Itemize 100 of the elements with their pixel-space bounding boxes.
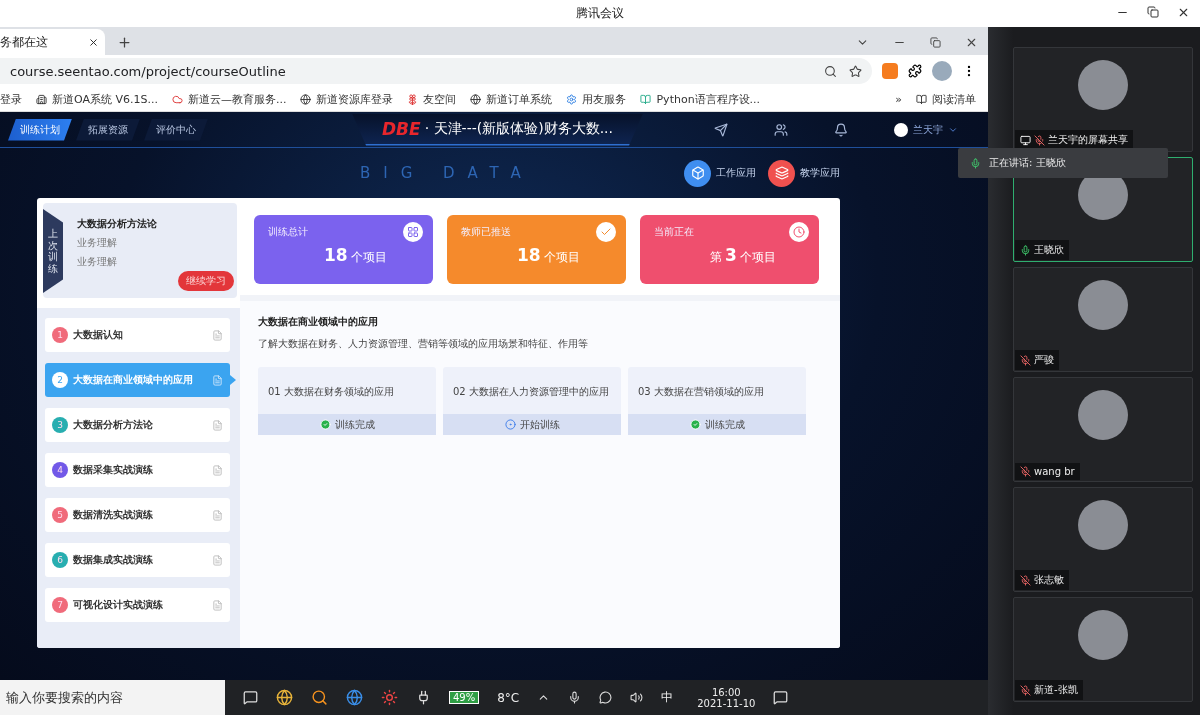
- window-title: 腾讯会议: [576, 5, 624, 22]
- browser-tab[interactable]: 务都在这: [0, 29, 105, 55]
- bookmark-link[interactable]: 新道OA系统 V6.1S...: [36, 91, 158, 107]
- bookmark-link[interactable]: 登录: [0, 91, 22, 107]
- cloud-icon: [172, 93, 183, 105]
- mic-icon: [970, 157, 981, 169]
- bookmarks-overflow[interactable]: »: [895, 92, 902, 106]
- course-title: 大数据分析方法论: [77, 217, 157, 231]
- zoom-icon[interactable]: [824, 64, 837, 78]
- muted-mic-icon: [1020, 354, 1031, 366]
- lesson-card[interactable]: 02 大数据在人力资源管理中的应用 开始训练: [443, 367, 621, 435]
- number-circle: 7: [52, 597, 68, 613]
- plug-icon: [416, 690, 431, 705]
- brand-logo: DBE: [382, 118, 421, 139]
- module-description: 了解大数据在财务、人力资源管理、营销等领域的应用场景和特征、作用等: [258, 337, 588, 351]
- name-tag: 张志敏: [1015, 570, 1069, 590]
- nav-tab[interactable]: 训练计划: [8, 118, 72, 141]
- stat-label: 当前正在: [654, 225, 694, 239]
- puzzle-icon[interactable]: [908, 64, 922, 78]
- module-title: 大数据在商业领域中的应用: [258, 315, 378, 329]
- restore-icon[interactable]: [1147, 6, 1159, 18]
- name-tag: 王晓欣: [1015, 240, 1069, 260]
- muted-mic-icon: [1020, 466, 1031, 477]
- name-tag: 新道-张凯: [1015, 680, 1083, 700]
- task-view-icon[interactable]: [243, 690, 258, 705]
- building-icon: [36, 93, 47, 105]
- taskbar-search[interactable]: 输入你要搜索的内容: [0, 680, 225, 715]
- bookmark-link[interactable]: 友空间: [407, 91, 457, 107]
- search-app-icon[interactable]: [311, 689, 328, 706]
- bookmark-link[interactable]: 新道资源库登录: [300, 91, 394, 107]
- mic-icon[interactable]: [568, 691, 582, 704]
- new-tab-icon[interactable]: [117, 35, 132, 50]
- module-item[interactable]: 3 大数据分析方法论: [45, 408, 230, 442]
- module-item[interactable]: 7 可视化设计实战演练: [45, 588, 230, 622]
- gear-icon: [566, 93, 578, 105]
- browser-icon[interactable]: [276, 689, 293, 706]
- number-circle: 3: [52, 417, 68, 433]
- globe-icon: [300, 93, 312, 105]
- bookmark-link[interactable]: 新道订单系统: [470, 91, 553, 107]
- ime-indicator[interactable]: 中: [661, 689, 674, 706]
- number-circle: 1: [52, 327, 68, 343]
- check-circle-icon: [319, 419, 331, 430]
- name-tag: wang br: [1015, 463, 1080, 480]
- send-icon[interactable]: [714, 122, 728, 137]
- restore-icon[interactable]: [930, 37, 941, 48]
- star-icon[interactable]: [849, 64, 862, 78]
- taskbar-clock[interactable]: 16:00 2021-11-10: [697, 686, 756, 709]
- number-circle: 4: [52, 462, 68, 478]
- bell-icon[interactable]: [834, 122, 848, 137]
- lesson-card[interactable]: 01 大数据在财务领域的应用 训练完成: [258, 367, 436, 435]
- close-icon[interactable]: [1177, 6, 1190, 19]
- globe-icon[interactable]: [346, 689, 363, 706]
- volume-icon[interactable]: [630, 691, 644, 704]
- lesson-card[interactable]: 03 大数据在营销领域的应用 训练完成: [628, 367, 806, 435]
- number-circle: 2: [52, 372, 68, 388]
- circle-icon: [504, 419, 516, 430]
- users-icon[interactable]: [774, 122, 788, 137]
- lesson-title: 01 大数据在财务领域的应用: [267, 385, 395, 399]
- document-icon: [212, 329, 223, 341]
- chat-icon[interactable]: [599, 691, 613, 704]
- muted-mic-icon: [1020, 574, 1031, 586]
- app-shortcut[interactable]: 教学应用: [768, 159, 840, 187]
- app-shortcut[interactable]: 工作应用: [684, 159, 756, 187]
- module-item[interactable]: 5 数据清洗实战演练: [45, 498, 230, 532]
- lesson-title: 02 大数据在人力资源管理中的应用: [452, 385, 610, 399]
- document-icon: [212, 554, 223, 566]
- stat-value: 18 个项目: [517, 245, 580, 266]
- list-icon: [916, 93, 927, 105]
- flower-icon: [407, 93, 419, 105]
- close-icon[interactable]: [88, 36, 99, 48]
- nav-tab[interactable]: 拓展资源: [76, 118, 140, 141]
- module-item[interactable]: 1 大数据认知: [45, 318, 230, 352]
- mic-icon: [1020, 244, 1031, 256]
- reading-list-button[interactable]: 阅读清单: [916, 91, 976, 107]
- battery-indicator: 49%: [449, 691, 480, 704]
- avatar-placeholder: [1078, 610, 1128, 660]
- stat-label: 教师已推送: [461, 225, 511, 239]
- weather-text: 8°C: [497, 690, 520, 705]
- number-circle: 5: [52, 507, 68, 523]
- notification-icon[interactable]: [773, 690, 789, 705]
- muted-mic-icon: [1020, 684, 1031, 696]
- bookmark-link[interactable]: 用友服务: [566, 91, 627, 107]
- avatar-placeholder: [1078, 390, 1128, 440]
- close-icon[interactable]: [965, 36, 978, 49]
- number-circle: 6: [52, 552, 68, 568]
- nav-tab[interactable]: 评价中心: [144, 118, 208, 141]
- address-bar[interactable]: course.seentao.com/project/courseOutline: [0, 58, 872, 84]
- module-item[interactable]: 4 数据采集实战演练: [45, 453, 230, 487]
- stat-label: 训练总计: [268, 225, 308, 239]
- grid-icon: [407, 226, 419, 238]
- clock-icon: [793, 226, 805, 238]
- document-icon: [212, 509, 223, 521]
- app-title: · 天津---(新版体验)财务大数...: [424, 119, 614, 138]
- module-item[interactable]: 6 数据集成实战演练: [45, 543, 230, 577]
- lesson-status: 训练完成: [334, 417, 375, 432]
- check-icon: [600, 226, 612, 238]
- bookmark-link[interactable]: Python语言程序设...: [640, 91, 761, 107]
- user-menu[interactable]: 兰天宇: [894, 122, 958, 137]
- bookmark-link[interactable]: 新道云—教育服务...: [172, 91, 287, 107]
- lesson-status: 开始训练: [519, 417, 560, 432]
